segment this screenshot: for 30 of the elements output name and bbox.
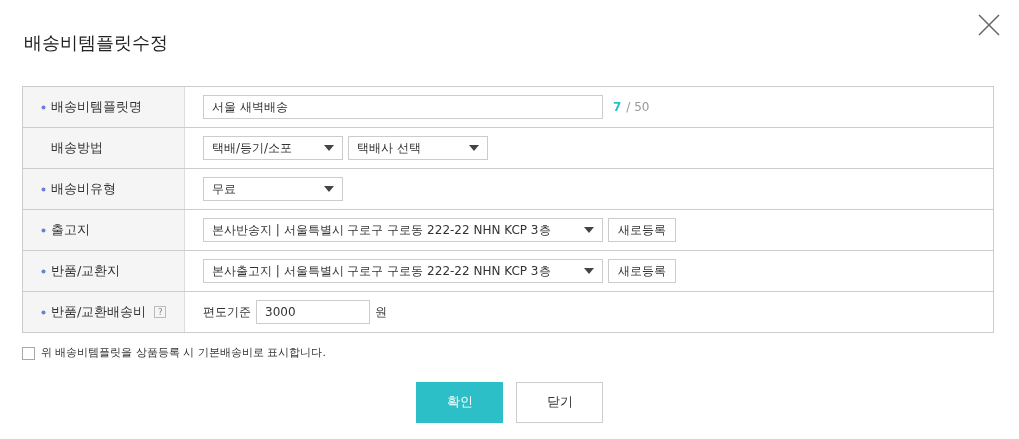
field-label: 배송방법	[51, 139, 103, 158]
close-dialog-button[interactable]: 닫기	[516, 381, 603, 423]
field-label: 배송비템플릿명	[51, 98, 142, 117]
dropdown-caret-icon	[584, 227, 594, 233]
dialog-title: 배송비템플릿수정	[24, 31, 169, 55]
field-label: 반품/교환지	[51, 262, 121, 281]
field-label: 반품/교환배송비	[51, 303, 147, 322]
fee-label: 편도기준	[203, 304, 251, 321]
field-label: 배송비유형	[51, 180, 116, 199]
fee-input[interactable]: 3000	[256, 300, 370, 324]
dropdown[interactable]: 택배/등기/소포	[203, 136, 343, 160]
field-label: 출고지	[51, 221, 90, 240]
dropdown-caret-icon	[584, 268, 594, 274]
close-button[interactable]	[978, 14, 1000, 36]
dropdown[interactable]: 택배사 선택	[348, 136, 488, 160]
character-limit: / 50	[626, 99, 650, 116]
dropdown-caret-icon	[469, 145, 479, 151]
register-button[interactable]: 새로등록	[608, 218, 676, 242]
dropdown[interactable]: 본사출고지 | 서울특별시 구로구 구로동 222-22 NHN KCP 3층	[203, 259, 603, 283]
register-button[interactable]: 새로등록	[608, 259, 676, 283]
character-count: 7	[613, 99, 622, 116]
dropdown-caret-icon	[324, 186, 334, 192]
dropdown[interactable]: 본사반송지 | 서울특별시 구로구 구로동 222-22 NHN KCP 3층	[203, 218, 603, 242]
dropdown-caret-icon	[324, 145, 334, 151]
help-icon[interactable]: ?	[154, 306, 167, 318]
dropdown[interactable]: 무료	[203, 177, 343, 201]
text-input[interactable]: 서울 새벽배송	[203, 95, 603, 119]
checkbox-label: 위 배송비템플릿을 상품등록 시 기본배송비로 표시합니다.	[41, 345, 326, 361]
checkbox[interactable]	[22, 346, 35, 360]
currency-unit: 원	[375, 304, 387, 321]
